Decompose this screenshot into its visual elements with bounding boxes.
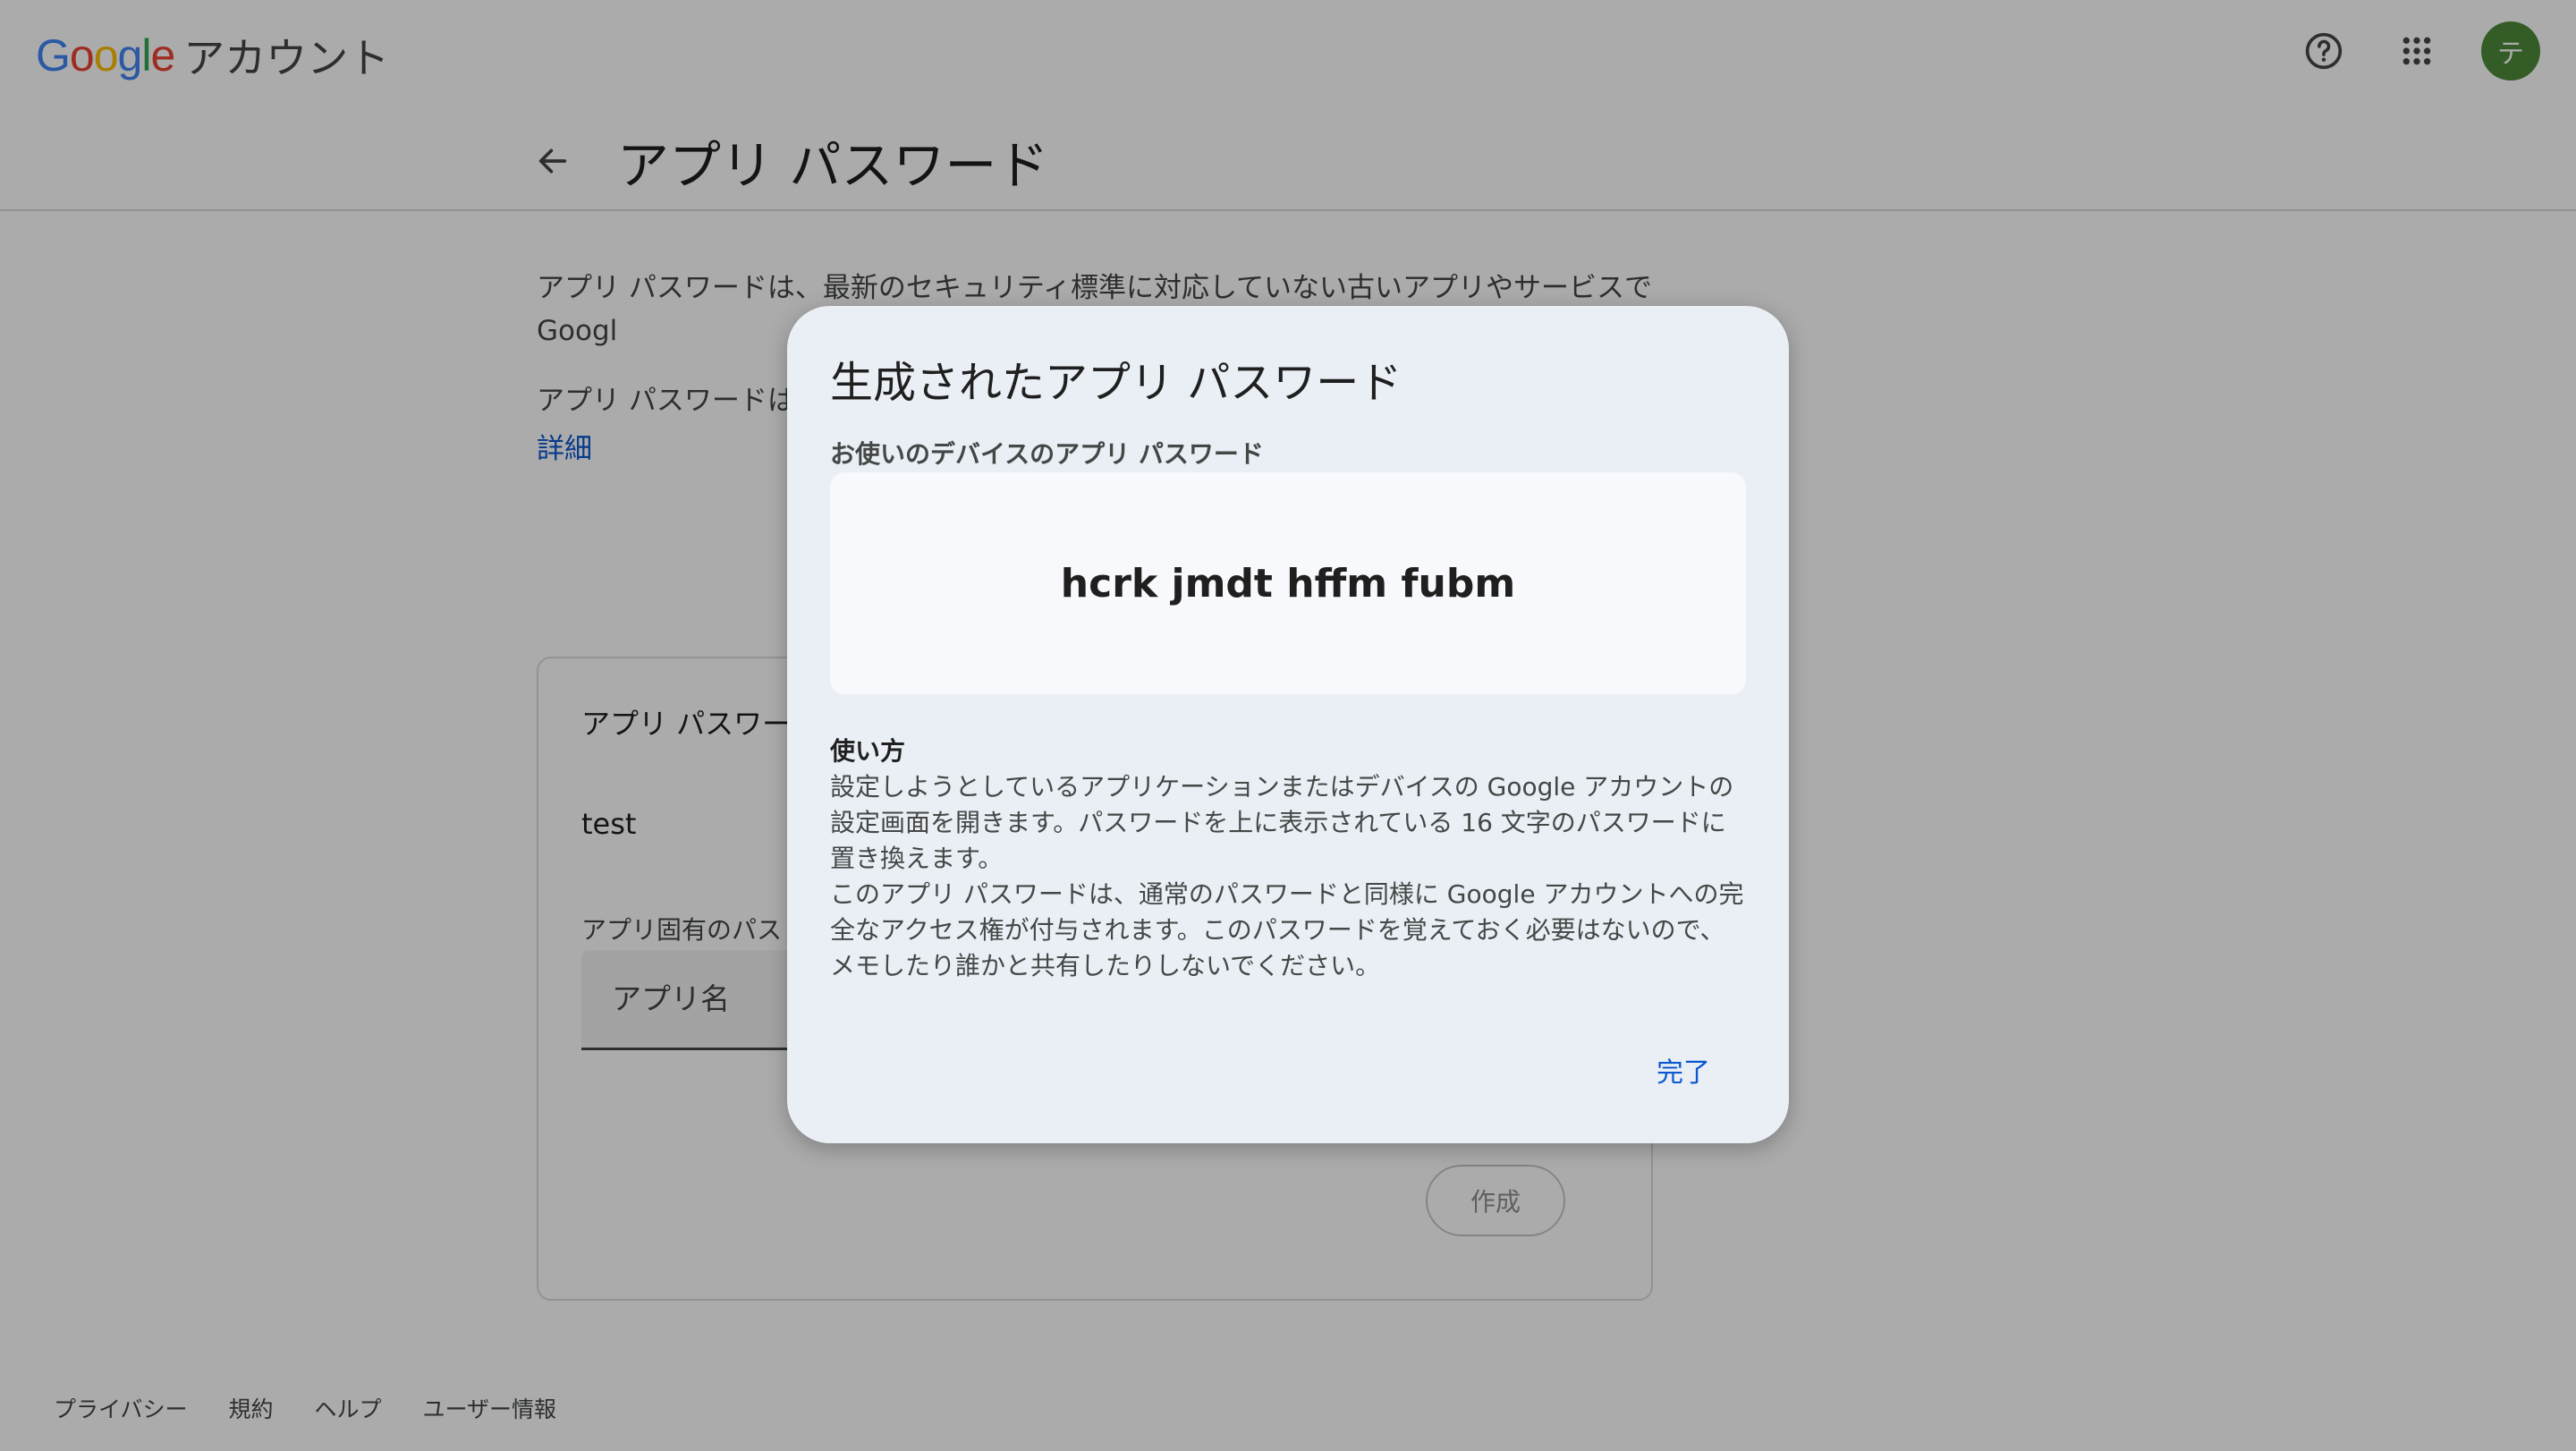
- generated-password[interactable]: hcrk jmdt hffm fubm: [1061, 561, 1515, 607]
- usage-step-1: 設定しようとしているアプリケーションまたはデバイスの Google アカウントの…: [830, 772, 1734, 873]
- generated-password-box: hcrk jmdt hffm fubm: [830, 472, 1746, 694]
- dialog-title: 生成されたアプリ パスワード: [830, 358, 1402, 408]
- usage-step-2: このアプリ パスワードは、通常のパスワードと同様に Google アカウントへの…: [830, 879, 1744, 980]
- usage-title: 使い方: [830, 736, 906, 766]
- usage-instructions: 使い方 設定しようとしているアプリケーションまたはデバイスの Google アカ…: [830, 734, 1750, 984]
- app-passwords-page: Google アカウント テ アプリ パスワード アプリ パスワードは、最新のセ…: [0, 0, 2576, 1451]
- done-button[interactable]: 完了: [1642, 1041, 1724, 1099]
- dialog-subtitle: お使いのデバイスのアプリ パスワード: [830, 439, 1264, 469]
- generated-password-dialog: 生成されたアプリ パスワード お使いのデバイスのアプリ パスワード hcrk j…: [787, 306, 1789, 1143]
